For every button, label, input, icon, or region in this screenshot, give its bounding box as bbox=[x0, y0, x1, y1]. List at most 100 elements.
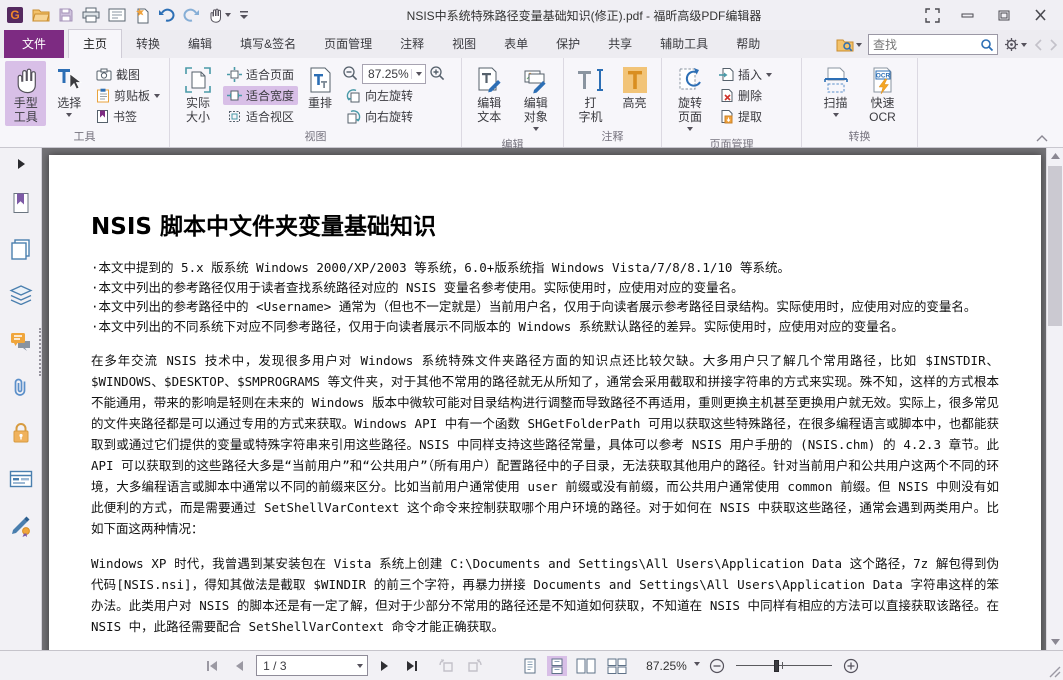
status-zoom-out-icon[interactable] bbox=[707, 656, 727, 676]
continuous-view-icon[interactable] bbox=[547, 656, 567, 676]
scroll-down-icon[interactable] bbox=[1047, 634, 1063, 650]
snapshot-button[interactable]: 截图 bbox=[92, 65, 164, 84]
insert-pages-button[interactable]: 插入 bbox=[715, 65, 776, 84]
tab-help[interactable]: 帮助 bbox=[722, 30, 774, 58]
tab-comment[interactable]: 注释 bbox=[386, 30, 438, 58]
scroll-up-icon[interactable] bbox=[1047, 148, 1063, 164]
status-zoom-in-icon[interactable] bbox=[841, 656, 861, 676]
email-icon[interactable] bbox=[108, 8, 126, 22]
previous-view-icon[interactable] bbox=[437, 656, 457, 676]
fields-panel-icon[interactable] bbox=[6, 464, 36, 494]
tab-edit[interactable]: 编辑 bbox=[174, 30, 226, 58]
tab-fill-sign[interactable]: 填写&签名 bbox=[226, 30, 310, 58]
reflow-button[interactable]: 重排 bbox=[300, 61, 340, 112]
close-icon[interactable] bbox=[1027, 5, 1053, 25]
tab-accessibility[interactable]: 辅助工具 bbox=[646, 30, 722, 58]
panel-splitter-handle[interactable] bbox=[39, 328, 41, 376]
print-icon[interactable] bbox=[82, 7, 100, 23]
search-input[interactable] bbox=[869, 38, 977, 52]
facing-view-icon[interactable] bbox=[574, 656, 598, 676]
scan-button[interactable]: 扫描 bbox=[814, 61, 858, 122]
undo-icon[interactable] bbox=[158, 8, 175, 23]
delete-pages-button[interactable]: 删除 bbox=[715, 86, 776, 105]
security-panel-icon[interactable] bbox=[6, 418, 36, 448]
zoom-slider-handle[interactable] bbox=[774, 660, 779, 672]
panel-expand-icon[interactable] bbox=[16, 158, 26, 170]
tab-organize[interactable]: 页面管理 bbox=[310, 30, 386, 58]
hand-tool-label: 手型 工具 bbox=[14, 96, 38, 124]
tab-file[interactable]: 文件 bbox=[4, 30, 64, 58]
tab-view[interactable]: 视图 bbox=[438, 30, 490, 58]
continuous-facing-view-icon[interactable] bbox=[605, 656, 629, 676]
signature-panel-icon[interactable] bbox=[6, 510, 36, 540]
quick-ocr-button[interactable]: OCR 快速 OCR bbox=[860, 61, 906, 126]
search-folder-caret[interactable] bbox=[856, 43, 862, 50]
next-view-icon[interactable] bbox=[464, 656, 484, 676]
rotate-left-button[interactable]: 向左旋转 bbox=[342, 86, 446, 105]
zoom-level-combobox[interactable]: 87.25% bbox=[362, 64, 426, 84]
pages-panel-icon[interactable] bbox=[6, 234, 36, 264]
actual-size-button[interactable]: 实际 大小 bbox=[175, 61, 221, 126]
comments-panel-icon[interactable] bbox=[6, 326, 36, 356]
status-zoom-caret[interactable] bbox=[694, 662, 700, 669]
page-number-caret[interactable] bbox=[357, 664, 363, 671]
redo-icon[interactable] bbox=[183, 8, 200, 23]
settings-caret[interactable] bbox=[1021, 43, 1027, 50]
zoom-slider[interactable] bbox=[736, 656, 832, 676]
scrollbar-thumb[interactable] bbox=[1048, 166, 1062, 326]
clipboard-button[interactable]: 剪贴板 bbox=[92, 86, 164, 105]
page-number-combobox[interactable]: 1 / 3 bbox=[256, 655, 368, 676]
fit-page-button[interactable]: 适合页面 bbox=[223, 65, 298, 84]
create-pdf-icon[interactable] bbox=[134, 7, 150, 24]
hand-tool-quick-icon[interactable] bbox=[208, 7, 231, 23]
attachments-panel-icon[interactable] bbox=[6, 372, 36, 402]
collapse-ribbon-icon[interactable] bbox=[1035, 134, 1049, 143]
fit-width-button[interactable]: 适合宽度 bbox=[223, 86, 298, 105]
previous-page-icon[interactable] bbox=[229, 656, 249, 676]
search-icon[interactable] bbox=[977, 38, 997, 52]
first-page-icon[interactable] bbox=[202, 656, 222, 676]
tab-form[interactable]: 表单 bbox=[490, 30, 542, 58]
settings-gear-icon[interactable] bbox=[1004, 37, 1027, 52]
search-folder-icon[interactable] bbox=[836, 37, 862, 52]
rotate-right-button[interactable]: 向右旋转 bbox=[342, 107, 446, 126]
single-page-view-icon[interactable] bbox=[520, 656, 540, 676]
tab-convert[interactable]: 转换 bbox=[122, 30, 174, 58]
bookmark-button[interactable]: 书签 bbox=[92, 107, 164, 126]
bookmarks-panel-icon[interactable] bbox=[6, 188, 36, 218]
minimize-icon[interactable] bbox=[955, 5, 981, 25]
highlight-button[interactable]: 高亮 bbox=[614, 61, 656, 112]
hand-tool-button[interactable]: 手型 工具 bbox=[5, 61, 46, 126]
zoom-out-icon[interactable] bbox=[342, 65, 359, 82]
vertical-scrollbar[interactable] bbox=[1046, 148, 1063, 650]
open-file-icon[interactable] bbox=[32, 7, 50, 23]
edit-object-button[interactable]: 编辑 对象 bbox=[514, 61, 559, 136]
fullscreen-icon[interactable] bbox=[919, 5, 945, 25]
save-icon[interactable] bbox=[58, 7, 74, 23]
zoom-combo-caret[interactable] bbox=[416, 72, 422, 79]
resize-grip[interactable] bbox=[1048, 665, 1061, 678]
tab-home[interactable]: 主页 bbox=[68, 29, 122, 58]
layers-panel-icon[interactable] bbox=[6, 280, 36, 310]
tab-share[interactable]: 共享 bbox=[594, 30, 646, 58]
maximize-restore-icon[interactable] bbox=[991, 5, 1017, 25]
fit-visible-button[interactable]: 适合视区 bbox=[223, 107, 298, 126]
zoom-slider-track[interactable] bbox=[736, 665, 832, 666]
group-view: 实际 大小 适合页面 适合宽度 适合视区 bbox=[170, 58, 462, 147]
edit-text-button[interactable]: 编辑 文本 bbox=[467, 61, 512, 126]
extract-pages-button[interactable]: 提取 bbox=[715, 107, 776, 126]
scrollbar-track[interactable] bbox=[1047, 164, 1063, 634]
nav-forward-icon[interactable] bbox=[1049, 38, 1059, 52]
next-page-icon[interactable] bbox=[375, 656, 395, 676]
app-logo-icon[interactable]: G bbox=[6, 6, 24, 24]
hand-tool-dropdown-caret[interactable] bbox=[225, 13, 231, 20]
nav-back-icon[interactable] bbox=[1033, 38, 1043, 52]
select-button[interactable]: 选择 bbox=[48, 61, 89, 122]
rotate-pages-button[interactable]: 旋转 页面 bbox=[667, 61, 713, 136]
last-page-icon[interactable] bbox=[402, 656, 422, 676]
zoom-in-icon[interactable] bbox=[429, 65, 446, 82]
customize-qat-icon[interactable] bbox=[239, 9, 249, 21]
typewriter-button[interactable]: 打 字机 bbox=[570, 61, 612, 126]
group-view-label: 视图 bbox=[173, 128, 458, 147]
tab-protect[interactable]: 保护 bbox=[542, 30, 594, 58]
